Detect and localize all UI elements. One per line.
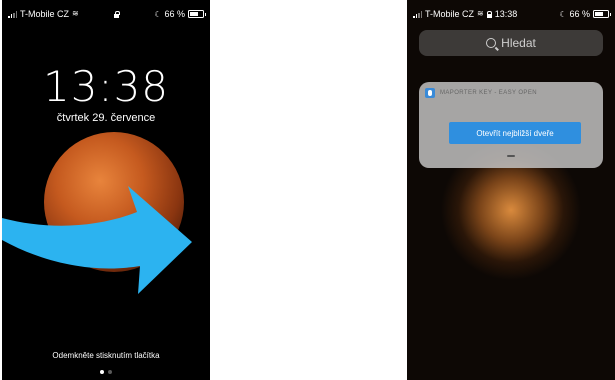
notification-screen: T-Mobile CZ ≋ 13:38 ☾ 66 % Hledat MAPORT… [407,0,615,380]
lock-clock: 13:38 [42,62,170,111]
battery-icon [188,10,206,18]
wifi-icon: ≋ [477,9,484,18]
status-bar: T-Mobile CZ ≋ ☾ 66 % [8,8,206,20]
wifi-icon: ≋ [72,9,79,18]
lock-date: čtvrtek 29. července [56,112,156,124]
page-dot [108,370,112,374]
signal-icon [8,10,17,18]
page-indicator [2,370,210,374]
widget-card: MAPORTER KEY - EASY OPEN Otevřít nejbliž… [419,82,603,168]
app-icon [425,88,435,98]
arrow-icon [2,186,192,294]
carrier-label: T-Mobile CZ [425,9,475,19]
lock-icon [486,10,493,18]
moon-icon: ☾ [154,9,162,19]
battery-icon [593,10,611,18]
lock-screen: T-Mobile CZ ≋ ☾ 66 % 13:38 čtvrtek 29. č… [2,0,210,380]
moon-icon: ☾ [559,9,567,19]
signal-icon [413,10,422,18]
widget-app-name: MAPORTER KEY - EASY OPEN [440,90,537,96]
battery-percent: 66 % [164,9,185,19]
search-bar[interactable]: Hledat [419,30,603,56]
unlock-hint: Odemkněte stisknutím tlačítka [52,351,160,360]
widget-header: MAPORTER KEY - EASY OPEN [425,88,537,98]
status-time: 13:38 [494,9,518,19]
open-nearest-door-button[interactable]: Otevřít nejbližší dveře [449,122,581,144]
search-icon [486,38,497,48]
carrier-label: T-Mobile CZ [20,9,70,19]
widget-handle[interactable] [507,155,515,157]
page-dot [100,370,104,374]
battery-percent: 66 % [569,9,590,19]
status-bar: T-Mobile CZ ≋ 13:38 ☾ 66 % [413,8,611,20]
search-placeholder: Hledat [501,36,536,50]
lock-icon [114,10,120,18]
